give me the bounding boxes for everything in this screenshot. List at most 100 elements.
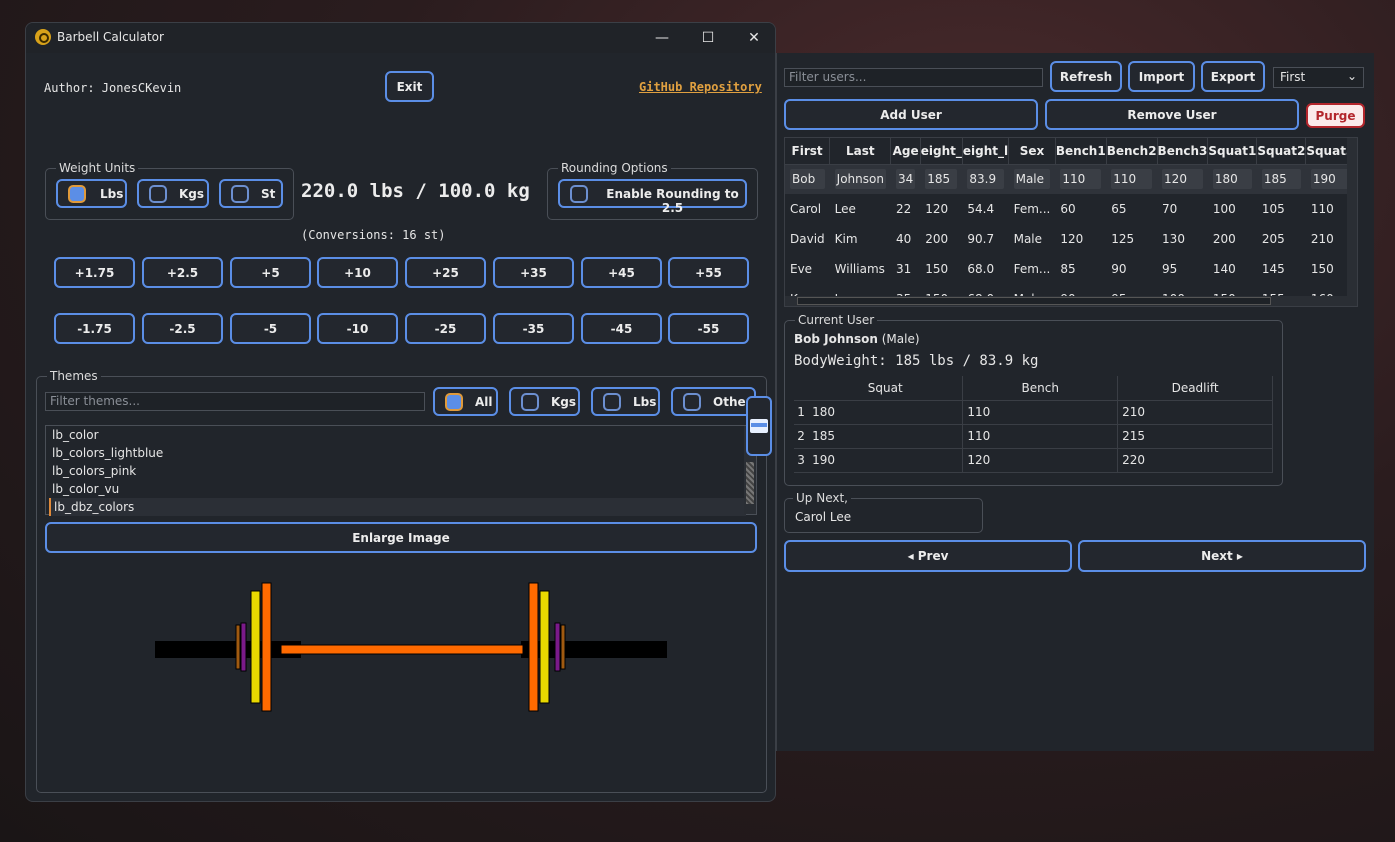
kgs-checkbox[interactable]: [149, 185, 167, 203]
table-cell[interactable]: Kim: [830, 224, 891, 254]
table-cell[interactable]: 140: [1208, 254, 1257, 284]
table-cell[interactable]: Johnson: [829, 164, 891, 194]
subtract-weight-button[interactable]: -45: [581, 313, 662, 344]
prev-button[interactable]: ◂ Prev: [784, 540, 1072, 572]
table-cell[interactable]: 200: [1208, 224, 1257, 254]
table-cell[interactable]: 85: [1055, 254, 1106, 284]
table-cell[interactable]: 150: [920, 254, 962, 284]
deadlift-cell[interactable]: 220: [1117, 448, 1273, 473]
lbs-checkbox[interactable]: [68, 185, 86, 203]
lbs-filter-checkbox[interactable]: [603, 393, 621, 411]
lbs-toggle[interactable]: Lbs: [56, 179, 127, 208]
other-checkbox[interactable]: [683, 393, 701, 411]
subtract-weight-button[interactable]: -2.5: [142, 313, 223, 344]
subtract-weight-button[interactable]: -25: [405, 313, 486, 344]
theme-filter-all[interactable]: All: [433, 387, 498, 416]
users-v-scrollbar[interactable]: [1347, 138, 1357, 298]
theme-list-item[interactable]: lb_dbz_colors: [49, 498, 746, 516]
table-cell[interactable]: 54.4: [962, 194, 1008, 224]
users-column-header[interactable]: eight_l: [962, 138, 1010, 165]
table-cell[interactable]: Fem...: [1009, 194, 1056, 224]
users-column-header[interactable]: Bench1: [1055, 138, 1107, 165]
bench-cell[interactable]: 110: [962, 424, 1119, 449]
table-row[interactable]: DavidKim4020090.7Male1201251302002052102…: [785, 224, 1357, 254]
table-cell[interactable]: David: [785, 224, 830, 254]
users-column-header[interactable]: Bench3: [1157, 138, 1209, 165]
table-row[interactable]: Eve Williams 31 150 68.0 Fem... 85 90 95 140 145 15…: [785, 254, 1357, 284]
next-button[interactable]: Next ▸: [1078, 540, 1366, 572]
table-cell[interactable]: 145: [1257, 254, 1306, 284]
squat-cell[interactable]: 180: [808, 400, 964, 425]
all-checkbox[interactable]: [445, 393, 463, 411]
table-cell[interactable]: Lee: [830, 194, 891, 224]
deadlift-cell[interactable]: 215: [1117, 424, 1273, 449]
lift-row[interactable]: 1 180 110 210: [794, 400, 1273, 425]
lift-row[interactable]: 3 190 120 220: [794, 448, 1273, 473]
table-cell[interactable]: 22: [891, 194, 920, 224]
users-h-scrollbar[interactable]: [785, 296, 1357, 306]
table-cell[interactable]: Male: [1009, 224, 1056, 254]
table-cell[interactable]: Male: [1008, 164, 1056, 194]
users-column-header[interactable]: Last: [829, 138, 892, 165]
theme-filter-other[interactable]: Other: [671, 387, 756, 416]
deadlift-cell[interactable]: 210: [1117, 400, 1273, 425]
theme-list-item[interactable]: lb_color_vu: [49, 480, 746, 498]
users-h-scroll-thumb[interactable]: [797, 297, 1271, 305]
refresh-button[interactable]: Refresh: [1050, 61, 1122, 92]
add-weight-button[interactable]: +55: [668, 257, 749, 288]
themes-scroll-thumb[interactable]: [746, 462, 754, 504]
table-cell[interactable]: 120: [920, 194, 962, 224]
subtract-weight-button[interactable]: -35: [493, 313, 574, 344]
users-column-header[interactable]: First: [785, 138, 831, 165]
remove-user-button[interactable]: Remove User: [1045, 99, 1299, 130]
table-cell[interactable]: 31: [891, 254, 920, 284]
table-cell[interactable]: 185: [920, 164, 963, 194]
users-column-header[interactable]: Sex: [1008, 138, 1056, 165]
table-cell[interactable]: 70: [1157, 194, 1208, 224]
theme-filter-kgs[interactable]: Kgs: [509, 387, 580, 416]
st-toggle[interactable]: St: [219, 179, 283, 208]
theme-list-item[interactable]: lb_colors_pink: [49, 462, 746, 480]
table-cell[interactable]: Eve: [785, 254, 830, 284]
purge-button[interactable]: Purge: [1306, 103, 1365, 128]
table-cell[interactable]: 60: [1055, 194, 1106, 224]
squat-cell[interactable]: 185: [808, 424, 964, 449]
github-link[interactable]: GitHub Repository: [639, 80, 762, 94]
add-weight-button[interactable]: +2.5: [142, 257, 223, 288]
add-weight-button[interactable]: +25: [405, 257, 486, 288]
exit-button[interactable]: Exit: [385, 71, 434, 102]
add-weight-button[interactable]: +5: [230, 257, 311, 288]
export-button[interactable]: Export: [1201, 61, 1265, 92]
rounding-checkbox[interactable]: [570, 185, 588, 203]
table-cell[interactable]: 180: [1207, 164, 1257, 194]
subtract-weight-button[interactable]: -5: [230, 313, 311, 344]
table-cell[interactable]: 200: [920, 224, 962, 254]
table-cell[interactable]: 100: [1208, 194, 1257, 224]
table-cell[interactable]: 110: [1055, 164, 1107, 194]
kgs-filter-checkbox[interactable]: [521, 393, 539, 411]
table-cell[interactable]: 40: [891, 224, 920, 254]
theme-list-item[interactable]: lb_color: [49, 426, 746, 444]
add-weight-button[interactable]: +10: [317, 257, 398, 288]
add-user-button[interactable]: Add User: [784, 99, 1038, 130]
table-row[interactable]: CarolLee2212054.4Fem...60657010010511013: [785, 194, 1357, 224]
minimize-button[interactable]: —: [639, 23, 685, 53]
close-button[interactable]: ✕: [731, 23, 775, 53]
table-cell[interactable]: 125: [1106, 224, 1157, 254]
table-cell[interactable]: 185: [1256, 164, 1306, 194]
rounding-toggle[interactable]: Enable Rounding to 2.5: [558, 179, 747, 215]
subtract-weight-button[interactable]: -10: [317, 313, 398, 344]
dock-toggle-button[interactable]: [746, 396, 772, 456]
table-cell[interactable]: Williams: [830, 254, 891, 284]
table-cell[interactable]: 105: [1257, 194, 1306, 224]
subtract-weight-button[interactable]: -55: [668, 313, 749, 344]
theme-filter-lbs[interactable]: Lbs: [591, 387, 660, 416]
users-column-header[interactable]: Age: [890, 138, 921, 165]
users-column-header[interactable]: eight_: [920, 138, 963, 165]
table-cell[interactable]: 120: [1055, 224, 1106, 254]
table-cell[interactable]: 90: [1106, 254, 1157, 284]
users-column-header[interactable]: Bench2: [1106, 138, 1158, 165]
table-cell[interactable]: 130: [1157, 224, 1208, 254]
table-cell[interactable]: 205: [1257, 224, 1306, 254]
table-cell[interactable]: 34: [890, 164, 921, 194]
